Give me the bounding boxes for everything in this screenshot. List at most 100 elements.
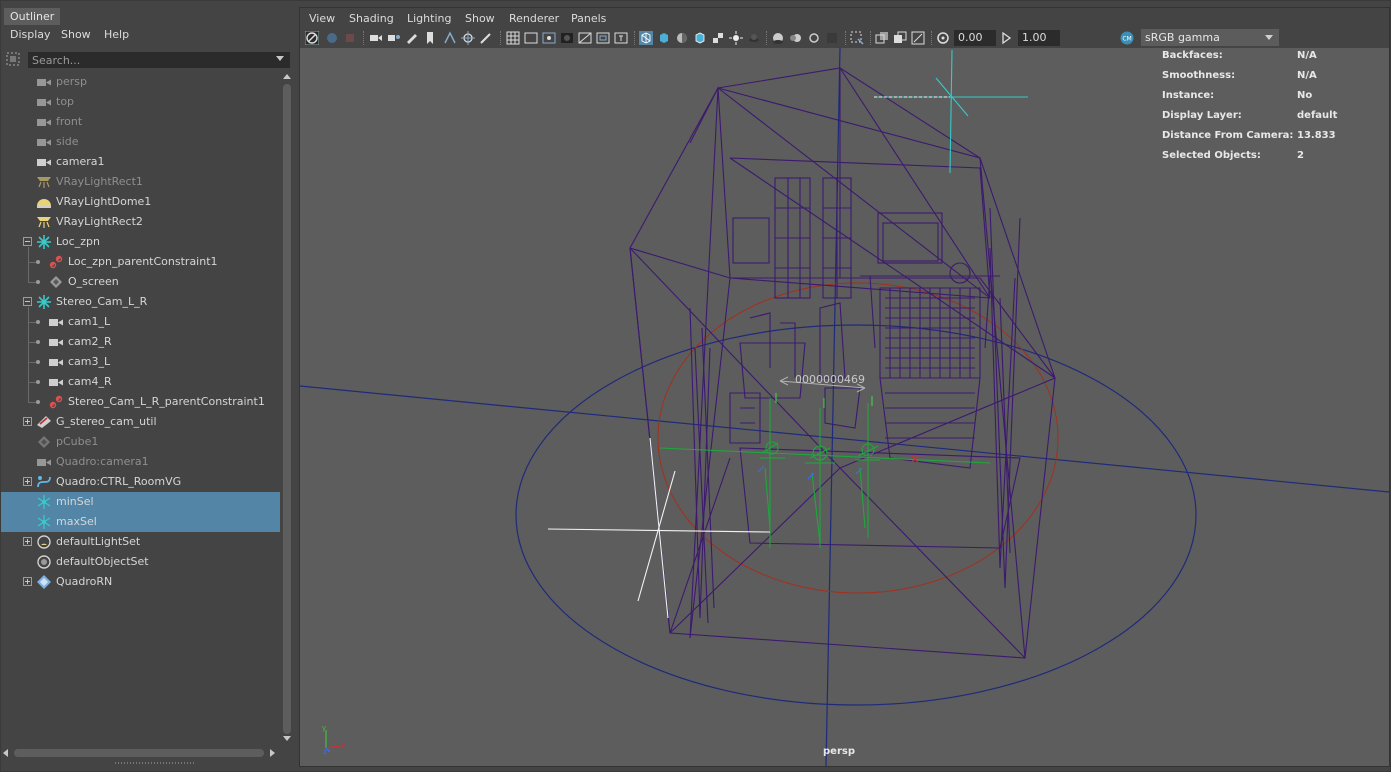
motion-blur-icon[interactable] [789, 31, 803, 45]
use-all-lights-icon[interactable] [729, 31, 743, 45]
outliner-item-minsel[interactable]: minSel [0, 492, 280, 512]
hud-value: 2 [1297, 150, 1304, 161]
outliner-item-persp[interactable]: persp [0, 72, 280, 92]
screen-space-ao-icon[interactable] [771, 31, 785, 45]
outliner-item-front[interactable]: front [0, 112, 280, 132]
image-plane-icon[interactable] [369, 31, 383, 45]
menu-renderer[interactable]: Renderer [509, 12, 559, 25]
scroll-left-arrow-icon[interactable] [3, 749, 8, 757]
menu-show[interactable]: Show [61, 28, 91, 41]
outliner-tab[interactable]: Outliner [4, 8, 60, 25]
color-management-icon[interactable]: CM [1120, 31, 1134, 45]
gamma-icon[interactable] [1000, 31, 1014, 45]
two-d-pan-zoom-icon[interactable] [387, 31, 401, 45]
bookmark-icon[interactable] [423, 31, 437, 45]
chevron-down-icon[interactable] [1265, 35, 1273, 40]
outliner-item-loc-zpn[interactable]: Loc_zpn [0, 232, 280, 252]
room-wireframe[interactable] [629, 67, 1056, 659]
bookmarks-icon[interactable] [343, 31, 357, 45]
camera-attributes-icon[interactable] [325, 31, 339, 45]
outliner-item-label: VRayLightDome1 [56, 195, 152, 208]
view-transform-select[interactable]: sRGB gamma [1141, 29, 1279, 46]
collapse-minus-icon[interactable] [23, 297, 32, 306]
outliner-item-quadro-ctrl-roomvg[interactable]: Quadro:CTRL_RoomVG [0, 472, 280, 492]
safe-action-icon[interactable] [596, 31, 610, 45]
paint-icon[interactable] [479, 31, 493, 45]
exposure-icon[interactable] [936, 31, 950, 45]
smooth-shade-icon[interactable] [657, 31, 671, 45]
search-dropdown-arrow-icon[interactable] [276, 56, 284, 61]
field-chart-icon[interactable] [578, 31, 592, 45]
outliner-item-cam2-r[interactable]: cam2_R [0, 332, 280, 352]
outliner-vertical-scrollbar[interactable] [281, 72, 293, 744]
gate-mask-icon[interactable] [560, 31, 574, 45]
white-light-locator[interactable] [547, 437, 771, 619]
menu-display[interactable]: Display [10, 28, 51, 41]
anti-aliasing-icon[interactable] [807, 31, 821, 45]
scroll-down-arrow-icon[interactable] [283, 736, 291, 741]
outliner-item-vraylightrect2[interactable]: VRayLightRect2 [0, 212, 280, 232]
menu-help[interactable]: Help [104, 28, 129, 41]
select-camera-icon[interactable] [305, 31, 319, 45]
outliner-item-o-screen[interactable]: O_screen [0, 272, 280, 292]
default-material-icon[interactable] [675, 31, 689, 45]
outliner-item-defaultobjectset[interactable]: defaultObjectSet [0, 552, 280, 572]
menu-panels[interactable]: Panels [571, 12, 606, 25]
menu-show[interactable]: Show [465, 12, 495, 25]
outliner-item-cam4-r[interactable]: cam4_R [0, 372, 280, 392]
grid-snap-icon[interactable] [443, 31, 457, 45]
outliner-item-defaultlightset[interactable]: defaultLightSet [0, 532, 280, 552]
menu-lighting[interactable]: Lighting [407, 12, 451, 25]
collapse-minus-icon[interactable] [23, 237, 32, 246]
outliner-item-maxsel[interactable]: maxSel [0, 512, 280, 532]
outliner-item-stereo-cam-l-r-parentconstraint1[interactable]: Stereo_Cam_L_R_parentConstraint1 [0, 392, 280, 412]
outliner-item-side[interactable]: side [0, 132, 280, 152]
panel-resize-grip[interactable] [115, 762, 195, 764]
xray-active-icon[interactable] [893, 31, 907, 45]
outliner-item-stereo-cam-l-r[interactable]: Stereo_Cam_L_R [0, 292, 280, 312]
textured-icon[interactable] [711, 31, 725, 45]
menu-shading[interactable]: Shading [349, 12, 394, 25]
film-gate-icon[interactable] [524, 31, 538, 45]
wireframe-icon[interactable] [639, 31, 653, 45]
shadows-icon[interactable] [747, 31, 761, 45]
scroll-up-arrow-icon[interactable] [283, 74, 291, 79]
xray-icon[interactable] [875, 31, 889, 45]
manipulator-icon[interactable] [461, 31, 475, 45]
grease-pencil-icon[interactable] [405, 31, 419, 45]
grid-icon[interactable] [506, 31, 520, 45]
expand-plus-icon[interactable] [23, 417, 32, 426]
expand-plus-icon[interactable] [23, 477, 32, 486]
outliner-item-cam3-l[interactable]: cam3_L [0, 352, 280, 372]
outliner-item-top[interactable]: top [0, 92, 280, 112]
scroll-right-arrow-icon[interactable] [270, 749, 275, 757]
viewport-canvas[interactable]: 0000000469 Backfaces: N/A Smoothness: N/A In… [300, 48, 1389, 766]
exposure-field[interactable]: 0.00 [954, 30, 996, 46]
xray-joints-icon[interactable] [911, 31, 925, 45]
scrollbar-thumb[interactable] [283, 84, 291, 734]
outliner-item-vraylightdome1[interactable]: VRayLightDome1 [0, 192, 280, 212]
outliner-item-vraylightrect1[interactable]: VRayLightRect1 [0, 172, 280, 192]
scrollbar-thumb[interactable] [14, 749, 264, 757]
outliner-item-pcube1[interactable]: pCube1 [0, 432, 280, 452]
control-circle[interactable] [657, 282, 1059, 594]
filter-icon[interactable] [6, 52, 20, 66]
isolate-select-icon[interactable] [850, 31, 864, 45]
safe-title-icon[interactable] [614, 31, 628, 45]
hud-value: N/A [1297, 50, 1317, 61]
expand-plus-icon[interactable] [23, 577, 32, 586]
menu-view[interactable]: View [309, 12, 335, 25]
expand-plus-icon[interactable] [23, 537, 32, 546]
depth-of-field-icon[interactable] [825, 31, 839, 45]
outliner-item-g-stereo-cam-util[interactable]: G_stereo_cam_util [0, 412, 280, 432]
wireframe-on-shaded-icon[interactable] [693, 31, 707, 45]
outliner-item-quadro-camera1[interactable]: Quadro:camera1 [0, 452, 280, 472]
resolution-gate-icon[interactable] [542, 31, 556, 45]
gamma-field[interactable]: 1.00 [1018, 30, 1060, 46]
search-input[interactable] [28, 52, 290, 68]
outliner-item-cam1-l[interactable]: cam1_L [0, 312, 280, 332]
outliner-item-quadrorn[interactable]: QuadroRN [0, 572, 280, 592]
outliner-item-camera1[interactable]: camera1 [0, 152, 280, 172]
outliner-horizontal-scrollbar[interactable] [0, 746, 281, 760]
outliner-item-loc-zpn-parentconstraint1[interactable]: Loc_zpn_parentConstraint1 [0, 252, 280, 272]
